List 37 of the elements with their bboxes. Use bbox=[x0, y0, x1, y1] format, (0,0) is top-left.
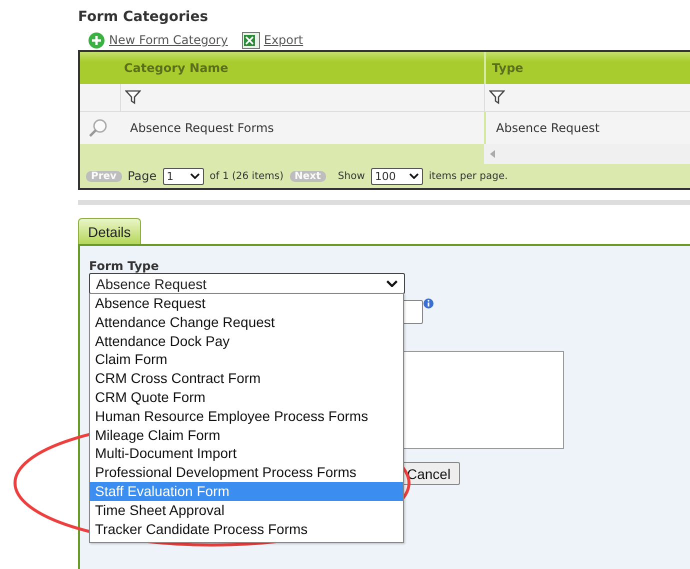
left-arrow-icon[interactable] bbox=[490, 150, 495, 158]
header-cell bbox=[80, 52, 120, 84]
toolbar-link[interactable]: New Form Category bbox=[88, 32, 228, 48]
scroll-bar[interactable] bbox=[484, 144, 690, 164]
dropdown-option[interactable]: Claim Form bbox=[90, 350, 403, 370]
dropdown-option[interactable]: Time Sheet Approval bbox=[90, 500, 403, 520]
filter-icon[interactable] bbox=[125, 90, 141, 105]
table-cell: Absence Request Forms bbox=[120, 112, 484, 144]
page-select[interactable]: 1 bbox=[162, 168, 204, 184]
dropdown-option[interactable]: Multi-Document Import bbox=[90, 444, 403, 464]
tab[interactable]: Details bbox=[78, 218, 141, 244]
dropdown-option[interactable]: Human Resource Employee Process Forms bbox=[90, 406, 403, 426]
show-label: Show bbox=[338, 170, 365, 182]
form-type-select[interactable]: Absence Request bbox=[89, 273, 405, 294]
filter-icon[interactable] bbox=[489, 90, 505, 105]
search-icon[interactable] bbox=[88, 118, 108, 138]
page-title: Form Categories bbox=[78, 8, 210, 27]
page-size-select[interactable]: 100 bbox=[370, 168, 423, 184]
toolbar-link[interactable]: Export bbox=[242, 32, 304, 48]
dropdown-option[interactable]: Attendance Dock Pay bbox=[90, 332, 403, 350]
table-cell: Absence Request bbox=[484, 112, 690, 144]
plus-icon bbox=[88, 32, 105, 48]
info-icon[interactable] bbox=[423, 298, 434, 309]
per-page-label: items per page. bbox=[428, 170, 508, 182]
dropdown-option[interactable]: Tracker Candidate Process Forms bbox=[90, 520, 403, 538]
chevron-icon bbox=[386, 280, 398, 288]
dropdown-option[interactable]: Absence Request bbox=[90, 294, 403, 313]
dropdown-option[interactable]: CRM Quote Form bbox=[90, 388, 403, 407]
chevron-icon bbox=[408, 173, 419, 179]
page-count: of 1 (26 items) bbox=[210, 170, 284, 182]
page-label: Page bbox=[128, 169, 157, 183]
dropdown-option[interactable]: Mileage Claim Form bbox=[90, 426, 403, 444]
spreadsheet-icon bbox=[242, 32, 260, 48]
dropdown-option[interactable]: Attendance Change Request bbox=[90, 312, 403, 332]
chevron-icon bbox=[190, 173, 200, 179]
dropdown-option[interactable]: CRM Cross Contract Form bbox=[90, 369, 403, 388]
field-label: Form Type bbox=[89, 259, 160, 273]
